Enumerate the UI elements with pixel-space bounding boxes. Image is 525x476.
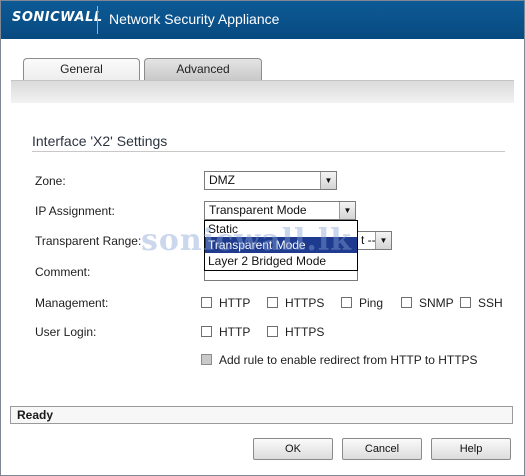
ok-button[interactable]: OK xyxy=(253,438,333,460)
user-login-http-checkbox[interactable] xyxy=(201,326,212,337)
comment-label: Comment: xyxy=(35,265,91,279)
tab-advanced[interactable]: Advanced xyxy=(144,58,262,80)
ip-assignment-label: IP Assignment: xyxy=(35,204,115,218)
app-title: Network Security Appliance xyxy=(109,11,280,27)
management-ssh-label: SSH xyxy=(478,296,503,310)
user-login-https-label: HTTPS xyxy=(285,325,325,339)
dropdown-option-layer2-bridged-mode[interactable]: Layer 2 Bridged Mode xyxy=(205,253,357,269)
zone-select-value: DMZ xyxy=(209,173,235,187)
management-ssh-checkbox[interactable] xyxy=(460,297,471,308)
tab-general[interactable]: General xyxy=(23,58,140,80)
brand-logo: SONICWALL xyxy=(12,10,103,25)
cancel-button[interactable]: Cancel xyxy=(342,438,422,460)
section-title: Interface 'X2' Settings xyxy=(32,133,168,149)
management-ping-label: Ping xyxy=(359,296,384,310)
transparent-range-value: t -- xyxy=(361,233,376,247)
help-button[interactable]: Help xyxy=(431,438,511,460)
management-label: Management: xyxy=(35,296,109,310)
management-ping-checkbox[interactable] xyxy=(341,297,352,308)
chevron-down-icon[interactable]: ▼ xyxy=(339,202,355,219)
management-snmp-checkbox[interactable] xyxy=(401,297,412,308)
ip-assignment-dropdown-list: Static Transparent Mode Layer 2 Bridged … xyxy=(204,220,358,271)
user-login-label: User Login: xyxy=(35,325,97,339)
management-snmp-label: SNMP xyxy=(419,296,454,310)
management-https-label: HTTPS xyxy=(285,296,325,310)
section-divider xyxy=(32,151,505,152)
tab-content-bar xyxy=(11,80,514,103)
management-http-checkbox[interactable] xyxy=(201,297,212,308)
redirect-rule-label: Add rule to enable redirect from HTTP to… xyxy=(219,353,478,367)
management-https-checkbox[interactable] xyxy=(267,297,278,308)
chevron-down-icon[interactable]: ▼ xyxy=(375,232,391,249)
dropdown-option-static[interactable]: Static xyxy=(205,221,357,237)
dropdown-option-transparent-mode[interactable]: Transparent Mode xyxy=(205,237,357,253)
management-http-label: HTTP xyxy=(219,296,251,310)
zone-label: Zone: xyxy=(35,174,66,188)
transparent-range-label: Transparent Range: xyxy=(35,234,142,248)
ip-assignment-select-value: Transparent Mode xyxy=(209,203,307,217)
zone-select[interactable]: DMZ ▼ xyxy=(204,171,337,190)
dialog-window: SONICWALL Network Security Appliance Gen… xyxy=(0,0,525,476)
user-login-https-checkbox[interactable] xyxy=(267,326,278,337)
user-login-http-label: HTTP xyxy=(219,325,251,339)
status-bar: Ready xyxy=(10,406,513,424)
app-header: SONICWALL Network Security Appliance xyxy=(1,1,524,39)
ip-assignment-select[interactable]: Transparent Mode ▼ xyxy=(204,201,356,220)
chevron-down-icon[interactable]: ▼ xyxy=(320,172,336,189)
header-divider xyxy=(97,6,98,34)
redirect-rule-checkbox[interactable] xyxy=(201,354,212,365)
